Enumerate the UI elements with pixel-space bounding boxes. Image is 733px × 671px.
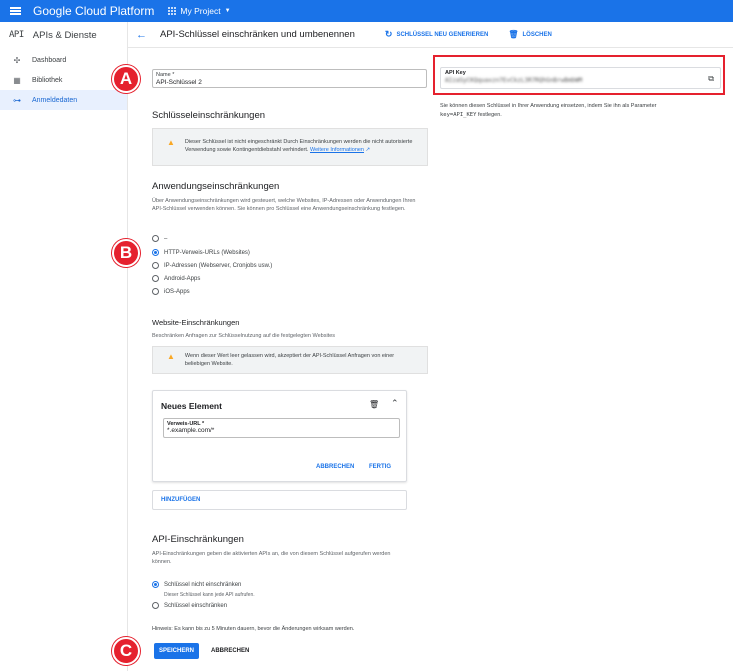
project-name: My Project xyxy=(180,6,221,16)
radio-none[interactable]: – xyxy=(152,235,167,242)
copy-icon[interactable]: ⧉ xyxy=(708,74,714,84)
website-warning-text: Wenn dieser Wert leer gelassen wird, akz… xyxy=(184,353,395,367)
sidebar-item-label: Dashboard xyxy=(32,56,67,64)
dashboard-icon: ✣ xyxy=(13,55,21,65)
referrer-url-field[interactable]: Verweis-URL * *.example.com/* xyxy=(163,418,400,438)
brand-title[interactable]: Google Cloud Platform xyxy=(33,4,154,18)
marker-a: A xyxy=(112,65,140,93)
website-restrictions-desc: Beschränken Anfragen zur Schlüsselnutzun… xyxy=(152,333,336,339)
marker-c: C xyxy=(112,637,140,665)
radio-button[interactable] xyxy=(152,602,159,609)
key-warning-box: ▲ Dieser Schlüssel ist nicht eingeschrän… xyxy=(152,128,428,166)
key-warning-text: Dieser Schlüssel ist nicht eingeschränkt… xyxy=(184,139,413,153)
radio-button[interactable] xyxy=(152,235,159,242)
sidebar-item-label: Anmeldedaten xyxy=(32,96,78,104)
add-button[interactable]: HINZUFÜGEN xyxy=(152,490,407,510)
website-restrictions-heading: Website-Einschränkungen xyxy=(152,318,240,327)
name-value: API-Schlüssel 2 xyxy=(156,79,202,86)
name-label: Name * xyxy=(156,72,175,78)
warning-icon: ▲ xyxy=(167,138,175,147)
external-link-icon: ↗ xyxy=(365,147,371,153)
regenerate-key-button[interactable]: ↻ SCHLÜSSEL NEU GENERIEREN xyxy=(385,29,488,40)
api-key-param: key=API_KEY xyxy=(440,112,477,118)
radio-ip-addresses[interactable]: IP-Adressen (Webserver, Cronjobs usw.) xyxy=(152,262,272,269)
sidebar-title: APIs & Dienste xyxy=(32,29,97,41)
radio-button[interactable] xyxy=(152,581,159,588)
api-key-field[interactable]: API Key AIzaSyCKQquaxzn7EvCkzL3R7RQhGnBr… xyxy=(440,67,721,89)
key-restrictions-heading: Schlüsseleinschränkungen xyxy=(152,110,266,121)
radio-button[interactable] xyxy=(152,288,159,295)
radio-button[interactable] xyxy=(152,249,159,256)
api-key-label: API Key xyxy=(445,70,466,76)
menu-icon[interactable] xyxy=(10,7,21,15)
api-restrictions-desc: API-Einschränkungen geben die aktivierte… xyxy=(152,551,391,565)
radio-http-referrers[interactable]: HTTP-Verweis-URLs (Websites) xyxy=(152,249,250,256)
library-icon: ▦ xyxy=(13,75,21,85)
trash-icon[interactable]: 🗑 xyxy=(369,400,379,409)
key-icon: ⊶ xyxy=(13,95,21,105)
api-key-value: AIzaSyCKQquaxzn7EvCkzL3R7RQhGnBrwBmbWM xyxy=(445,77,583,84)
cancel-button[interactable]: ABBRECHEN xyxy=(211,648,249,654)
new-item-cancel-button[interactable]: ABBRECHEN xyxy=(316,464,354,470)
top-bar: Google Cloud Platform My Project ▼ xyxy=(0,0,733,22)
trash-icon: 🗑 xyxy=(508,30,519,39)
website-warning-box: ▲ Wenn dieser Wert leer gelassen wird, a… xyxy=(152,346,428,374)
new-item-done-button[interactable]: FERTIG xyxy=(369,464,391,470)
sidebar-item-credentials[interactable]: ⊶ Anmeldedaten xyxy=(0,90,127,110)
sidebar: API APIs & Dienste ✣ Dashboard ▦ Bibliot… xyxy=(0,22,128,671)
warning-icon: ▲ xyxy=(167,352,175,361)
radio-button[interactable] xyxy=(152,275,159,282)
sidebar-item-label: Bibliothek xyxy=(32,76,63,84)
app-restrictions-desc: Über Anwendungseinschränkungen wird gest… xyxy=(152,198,416,212)
api-badge: API xyxy=(9,30,24,40)
page-title: API-Schlüssel einschränken und umbenenne… xyxy=(160,29,355,40)
page-header: ← API-Schlüssel einschränken und umbenen… xyxy=(128,22,733,48)
refresh-icon: ↻ xyxy=(384,29,393,39)
propagation-hint: Hinweis: Es kann bis zu 5 Minuten dauern… xyxy=(152,626,355,632)
radio-dont-restrict-key[interactable]: Schlüssel nicht einschränken xyxy=(152,581,241,588)
name-field[interactable]: Name * API-Schlüssel 2 xyxy=(152,69,427,88)
project-selector[interactable]: My Project ▼ xyxy=(168,6,231,16)
sidebar-item-library[interactable]: ▦ Bibliothek xyxy=(0,70,127,90)
api-key-help: Sie können diesen Schlüssel in Ihrer Anw… xyxy=(440,103,657,118)
radio-android-apps[interactable]: Android-Apps xyxy=(152,275,200,282)
sidebar-header: API APIs & Dienste xyxy=(0,22,127,48)
api-key-box: API Key AIzaSyCKQquaxzn7EvCkzL3R7RQhGnBr… xyxy=(433,55,725,95)
marker-b: B xyxy=(112,239,140,267)
save-button[interactable]: SPEICHERN xyxy=(154,643,199,659)
main-content: Name * API-Schlüssel 2 Schlüsseleinschrä… xyxy=(112,48,733,671)
radio-ios-apps[interactable]: iOS-Apps xyxy=(152,288,190,295)
sidebar-item-dashboard[interactable]: ✣ Dashboard xyxy=(0,50,127,70)
app-restrictions-heading: Anwendungseinschränkungen xyxy=(152,181,280,192)
new-item-title: Neues Element xyxy=(161,401,222,411)
chevron-down-icon: ▼ xyxy=(224,8,231,14)
back-arrow-icon[interactable]: ← xyxy=(136,29,150,41)
api-restrictions-heading: API-Einschränkungen xyxy=(152,534,244,545)
radio-restrict-key[interactable]: Schlüssel einschränken xyxy=(152,602,227,609)
more-info-link[interactable]: Weitere Informationen xyxy=(310,147,364,153)
new-item-card: Neues Element 🗑 ⌃ Verweis-URL * *.exampl… xyxy=(152,390,407,482)
radio-button[interactable] xyxy=(152,262,159,269)
delete-button[interactable]: 🗑 LÖSCHEN xyxy=(508,30,552,39)
dont-restrict-subtext: Dieser Schlüssel kann jede API aufrufen. xyxy=(164,592,255,598)
chevron-up-icon[interactable]: ⌃ xyxy=(391,398,399,409)
referrer-url-value: *.example.com/* xyxy=(167,427,215,434)
project-dots-icon xyxy=(168,7,177,15)
